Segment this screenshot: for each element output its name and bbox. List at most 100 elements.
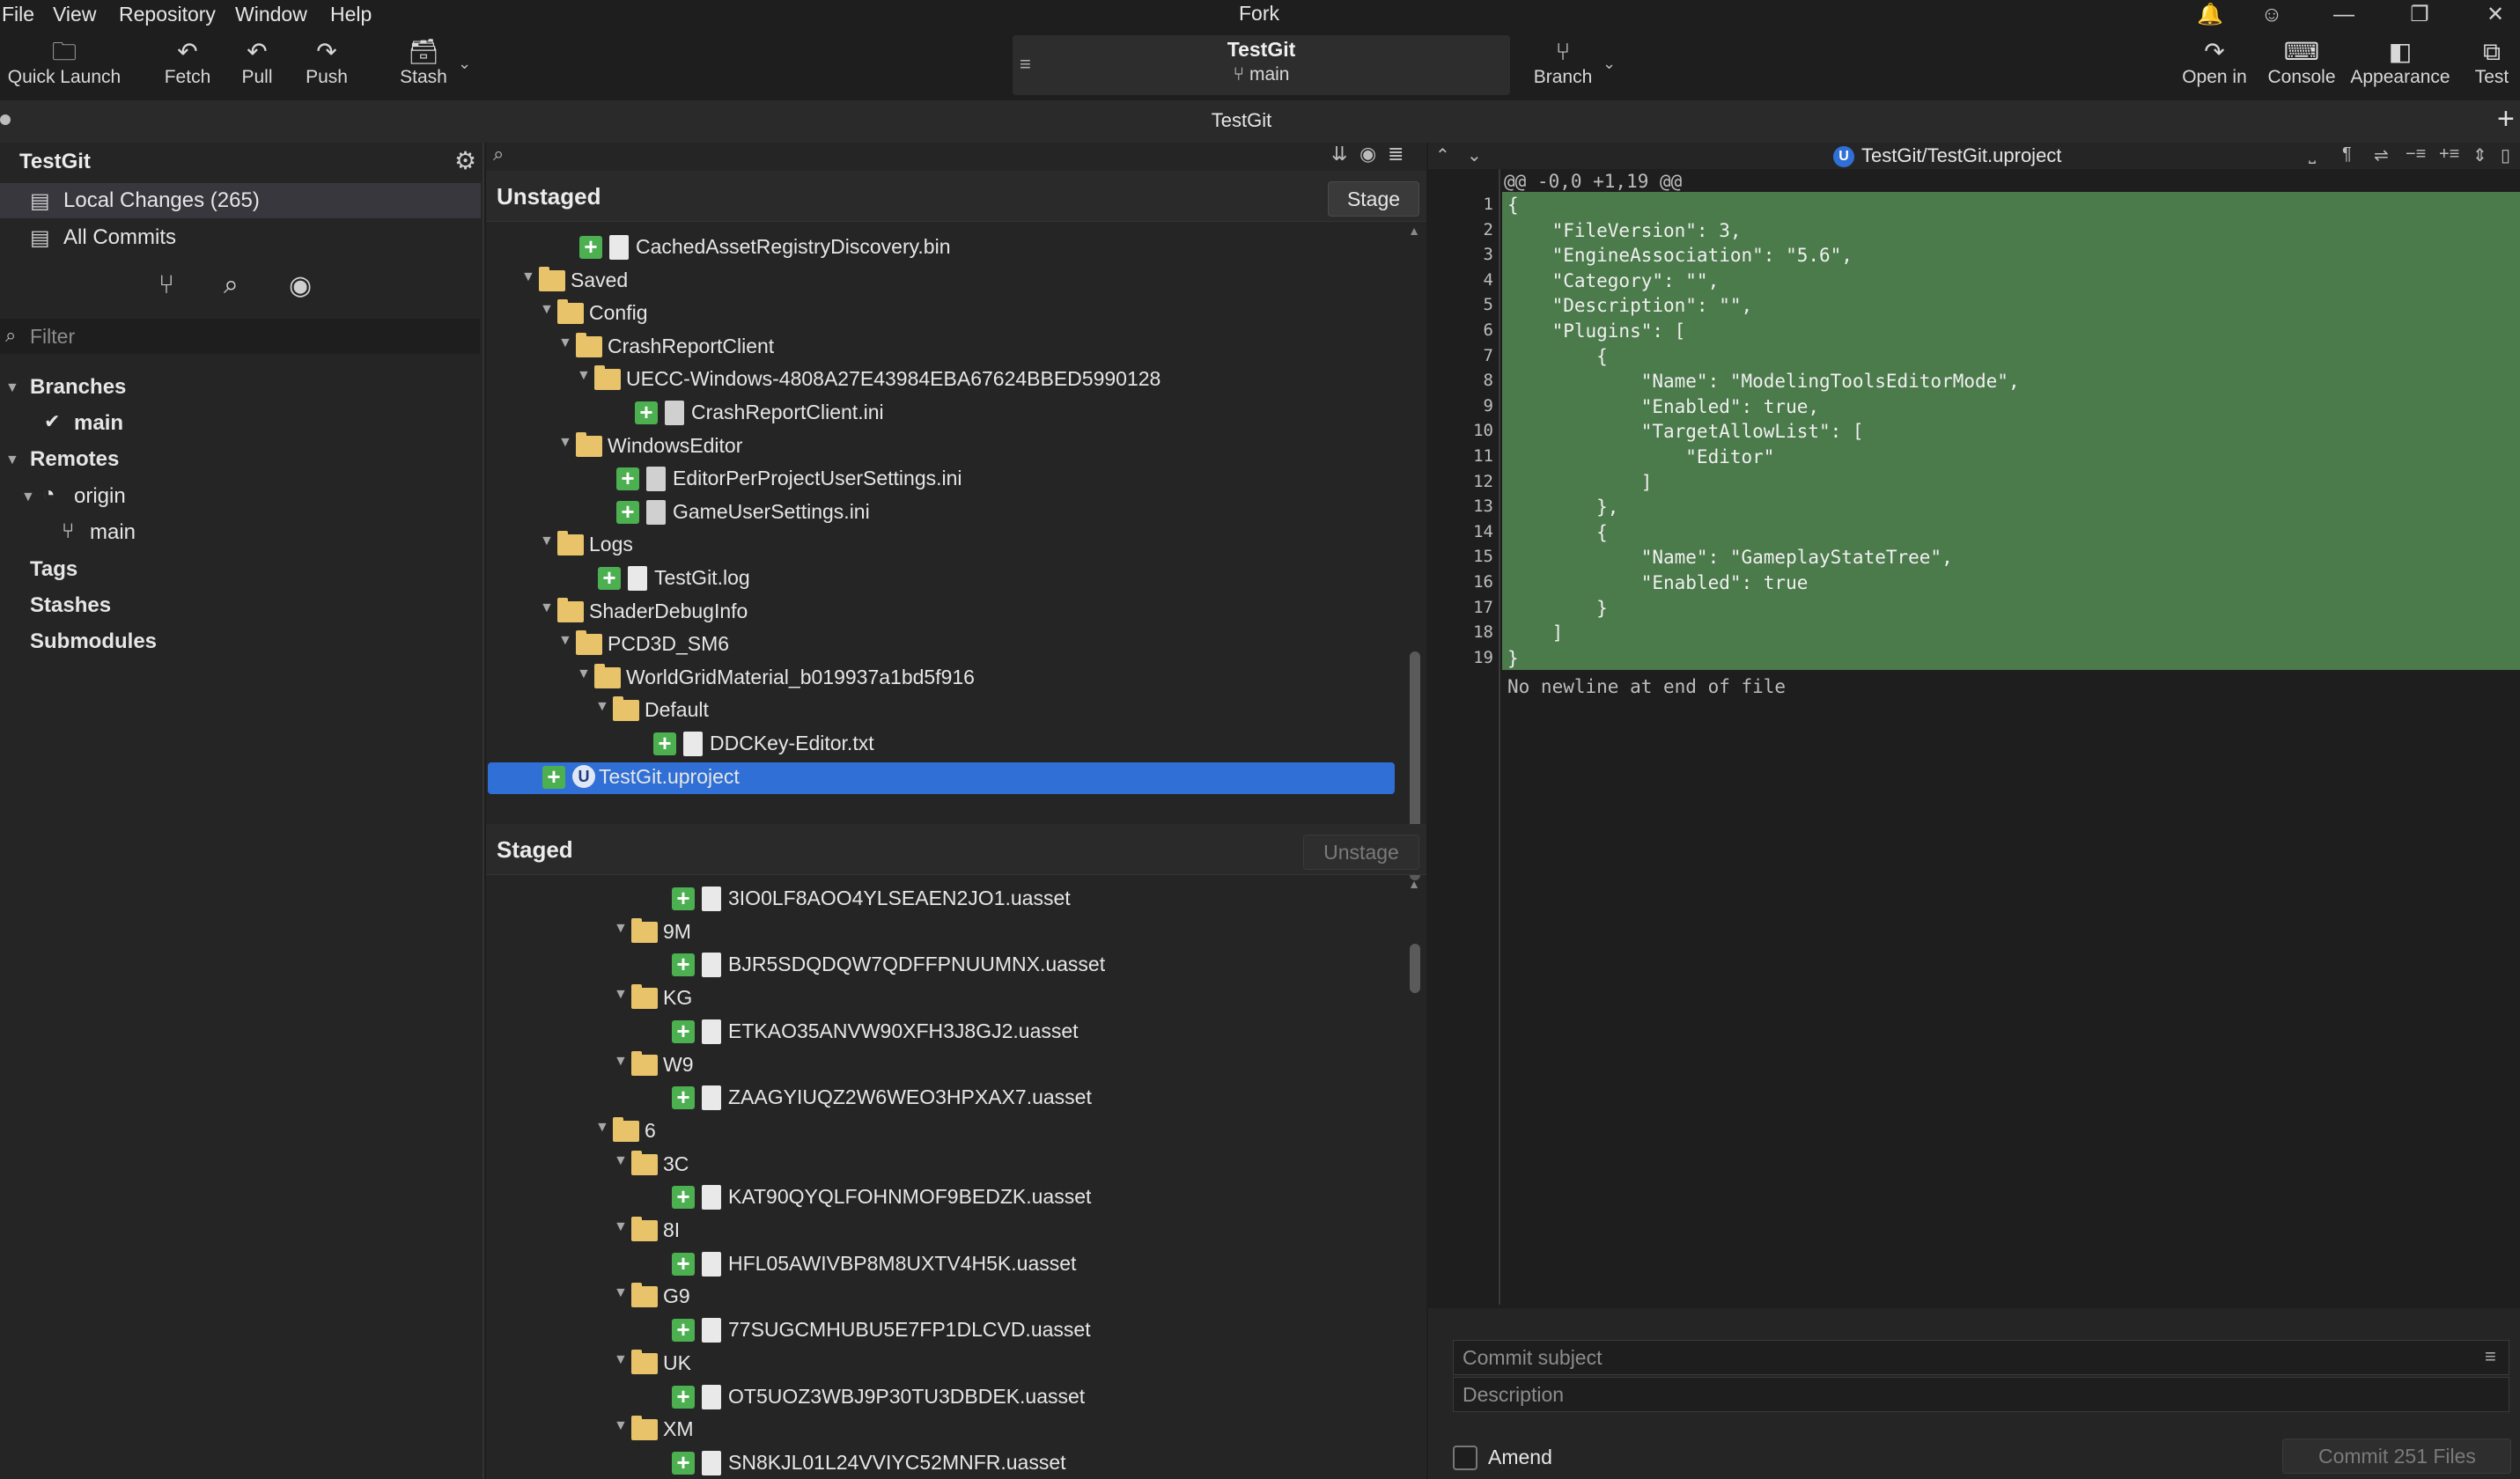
sidebar-remote-main[interactable]: main bbox=[90, 520, 136, 545]
tree-row[interactable]: + BJR5SDQDQW7QDFFPNUUMNX.uasset bbox=[488, 950, 1395, 982]
expand-icon[interactable]: ▼ bbox=[614, 921, 628, 937]
whitespace-icon[interactable]: ⎵ bbox=[2309, 144, 2316, 165]
tree-row[interactable]: ▼ Logs bbox=[488, 530, 1395, 562]
menu-view[interactable]: View bbox=[53, 3, 96, 26]
tree-row[interactable]: ▼ ShaderDebugInfo bbox=[488, 597, 1395, 629]
tree-row[interactable]: + DDCKey-Editor.txt bbox=[488, 729, 1395, 761]
tree-row[interactable]: ▼ UK bbox=[488, 1349, 1395, 1380]
tree-row[interactable]: + GameUserSettings.ini bbox=[488, 497, 1395, 529]
sidebar-item-local-changes[interactable]: ▤ Local Changes (265) bbox=[0, 183, 481, 218]
selected-tree-row[interactable]: + U TestGit.uproject bbox=[488, 762, 1395, 794]
branches-expand-icon[interactable]: ▼ bbox=[5, 380, 19, 396]
scroll-up-icon[interactable]: ▲ bbox=[1407, 224, 1421, 238]
tree-row[interactable]: ▼ 3C bbox=[488, 1150, 1395, 1181]
menu-file[interactable]: File bbox=[2, 3, 34, 26]
menu-window[interactable]: Window bbox=[235, 3, 307, 26]
commit-button[interactable]: Commit 251 Files bbox=[2282, 1439, 2511, 1474]
tree-row[interactable]: ▼ XM bbox=[488, 1415, 1395, 1446]
prev-hunk-icon[interactable]: ⌃ bbox=[1435, 144, 1450, 166]
quick-launch-button[interactable]: 🗀 Quick Launch bbox=[7, 37, 122, 97]
stash-dropdown-icon[interactable]: ⌄ bbox=[458, 55, 471, 73]
expand-icon[interactable]: ▼ bbox=[577, 368, 591, 384]
tree-row[interactable]: +77SUGCMHUBU5E7FP1DLCVD.uasset bbox=[488, 1315, 1395, 1347]
tree-row[interactable]: ▼ KG bbox=[488, 983, 1395, 1015]
stage-button[interactable]: Stage bbox=[1328, 181, 1419, 217]
tree-row[interactable]: + ZAAGYIUQZ2W6WEO3HPXAX7.uasset bbox=[488, 1083, 1395, 1115]
expand-icon[interactable]: ⇕ bbox=[2472, 144, 2487, 166]
tree-row[interactable]: ▼ CrashReportClient bbox=[488, 332, 1395, 364]
bell-icon[interactable]: 🔔 bbox=[2189, 0, 2231, 32]
tree-row[interactable]: ▼ Config bbox=[488, 298, 1395, 330]
tree-row[interactable]: ▼ Default bbox=[488, 695, 1395, 727]
sidebar-submodules[interactable]: Submodules bbox=[30, 629, 157, 654]
changes-search-input[interactable] bbox=[519, 144, 1277, 167]
add-tab-icon[interactable]: + bbox=[2497, 102, 2515, 136]
tree-row[interactable]: ▼ G9 bbox=[488, 1282, 1395, 1313]
sidebar-tags[interactable]: Tags bbox=[30, 557, 77, 582]
tree-row[interactable]: + EditorPerProjectUserSettings.ini bbox=[488, 464, 1395, 496]
expand-icon[interactable]: ▼ bbox=[540, 302, 554, 318]
eye-icon[interactable]: ◉ bbox=[1359, 143, 1376, 166]
unstage-button[interactable]: Unstage bbox=[1303, 835, 1419, 870]
expand-icon[interactable]: ▼ bbox=[540, 533, 554, 549]
expand-icon[interactable]: ▼ bbox=[595, 699, 609, 715]
sidebar-branch-main[interactable]: main bbox=[74, 411, 123, 436]
collapse-all-icon[interactable]: ⇊ bbox=[1331, 143, 1347, 166]
origin-expand-icon[interactable]: ▼ bbox=[21, 489, 35, 505]
stash-button[interactable]: 🗃 Stash bbox=[393, 37, 454, 97]
tree-row[interactable]: + HFL05AWIVBP8M8UXTV4H5K.uasset bbox=[488, 1249, 1395, 1281]
gear-icon[interactable]: ⚙ bbox=[454, 146, 476, 175]
tree-row[interactable]: + KAT90QYQLFOHNMOF9BEDZK.uasset bbox=[488, 1182, 1395, 1214]
commit-description-input[interactable] bbox=[1453, 1377, 2509, 1412]
appearance-button[interactable]: ◧ Appearance bbox=[2346, 37, 2455, 97]
console-button[interactable]: ⌨ Console bbox=[2263, 37, 2340, 97]
expand-icon[interactable]: ▼ bbox=[614, 1285, 628, 1301]
pilcrow-icon[interactable]: ¶ bbox=[2342, 144, 2352, 165]
tab-testgit[interactable]: TestGit bbox=[1145, 109, 1338, 132]
expand-icon[interactable]: ▼ bbox=[558, 335, 572, 351]
expand-icon[interactable]: ▼ bbox=[558, 633, 572, 649]
expand-icon[interactable]: ▼ bbox=[595, 1120, 609, 1136]
expand-icon[interactable]: ▼ bbox=[614, 987, 628, 1003]
tree-row[interactable]: ▼ 6 bbox=[488, 1116, 1395, 1148]
sidebar-branches[interactable]: Branches bbox=[30, 375, 126, 400]
tree-row[interactable]: ▼ 8I bbox=[488, 1216, 1395, 1247]
amend-checkbox[interactable] bbox=[1453, 1446, 1477, 1470]
fetch-button[interactable]: ↶ Fetch bbox=[158, 37, 217, 97]
staged-scroll-thumb[interactable] bbox=[1410, 944, 1420, 993]
expand-icon[interactable]: ▼ bbox=[614, 1054, 628, 1070]
expand-icon[interactable]: ▼ bbox=[521, 269, 535, 285]
expand-icon[interactable]: ▼ bbox=[614, 1418, 628, 1434]
github-icon[interactable]: ◉ bbox=[289, 270, 312, 301]
smiley-icon[interactable]: ☺ bbox=[2251, 0, 2293, 32]
next-hunk-icon[interactable]: ⌄ bbox=[1467, 144, 1482, 166]
tree-row[interactable]: ▼ W9 bbox=[488, 1050, 1395, 1082]
repository-selector[interactable]: ≡ TestGit ⑂ main bbox=[1013, 35, 1510, 95]
tree-row[interactable]: ▼ WindowsEditor bbox=[488, 431, 1395, 463]
test-button[interactable]: ⧉ Test bbox=[2465, 37, 2518, 97]
tree-row[interactable]: ▼ PCD3D_SM6 bbox=[488, 629, 1395, 661]
tree-row[interactable]: ▼ WorldGridMaterial_b019937a1bd5f916 bbox=[488, 663, 1395, 695]
close-icon[interactable]: ✕ bbox=[2474, 0, 2516, 32]
tree-row[interactable]: + TestGit.log bbox=[488, 563, 1395, 595]
staged-scrollbar[interactable]: ▲ bbox=[1407, 877, 1421, 1479]
expand-icon[interactable]: ▼ bbox=[558, 435, 572, 451]
minimize-icon[interactable]: — bbox=[2323, 0, 2365, 32]
open-in-button[interactable]: ↷ Open in bbox=[2175, 37, 2254, 97]
tree-row[interactable]: + CrashReportClient.ini bbox=[488, 398, 1395, 430]
restore-icon[interactable]: ❐ bbox=[2398, 0, 2441, 32]
sidebar-item-all-commits[interactable]: ▤ All Commits bbox=[0, 220, 481, 255]
increase-context-icon[interactable]: +≡ bbox=[2439, 144, 2459, 165]
expand-icon[interactable]: ▼ bbox=[614, 1153, 628, 1169]
tree-row[interactable]: + OT5UOZ3WBJ9P30TU3DBDEK.uasset bbox=[488, 1382, 1395, 1414]
branch-view-icon[interactable]: ⑂ bbox=[158, 270, 174, 300]
staged-scroll-up-icon[interactable]: ▲ bbox=[1407, 877, 1421, 891]
tree-row[interactable]: + SN8KJL01L24VVIYC52MNFR.uasset bbox=[488, 1448, 1395, 1479]
menu-repository[interactable]: Repository bbox=[119, 3, 216, 26]
expand-icon[interactable]: ▼ bbox=[577, 666, 591, 682]
search-icon[interactable]: ⌕ bbox=[224, 270, 239, 300]
menu-help[interactable]: Help bbox=[330, 3, 372, 26]
decrease-context-icon[interactable]: −≡ bbox=[2406, 144, 2426, 165]
sidebar-remotes[interactable]: Remotes bbox=[30, 447, 119, 472]
filter-input[interactable] bbox=[30, 324, 470, 349]
